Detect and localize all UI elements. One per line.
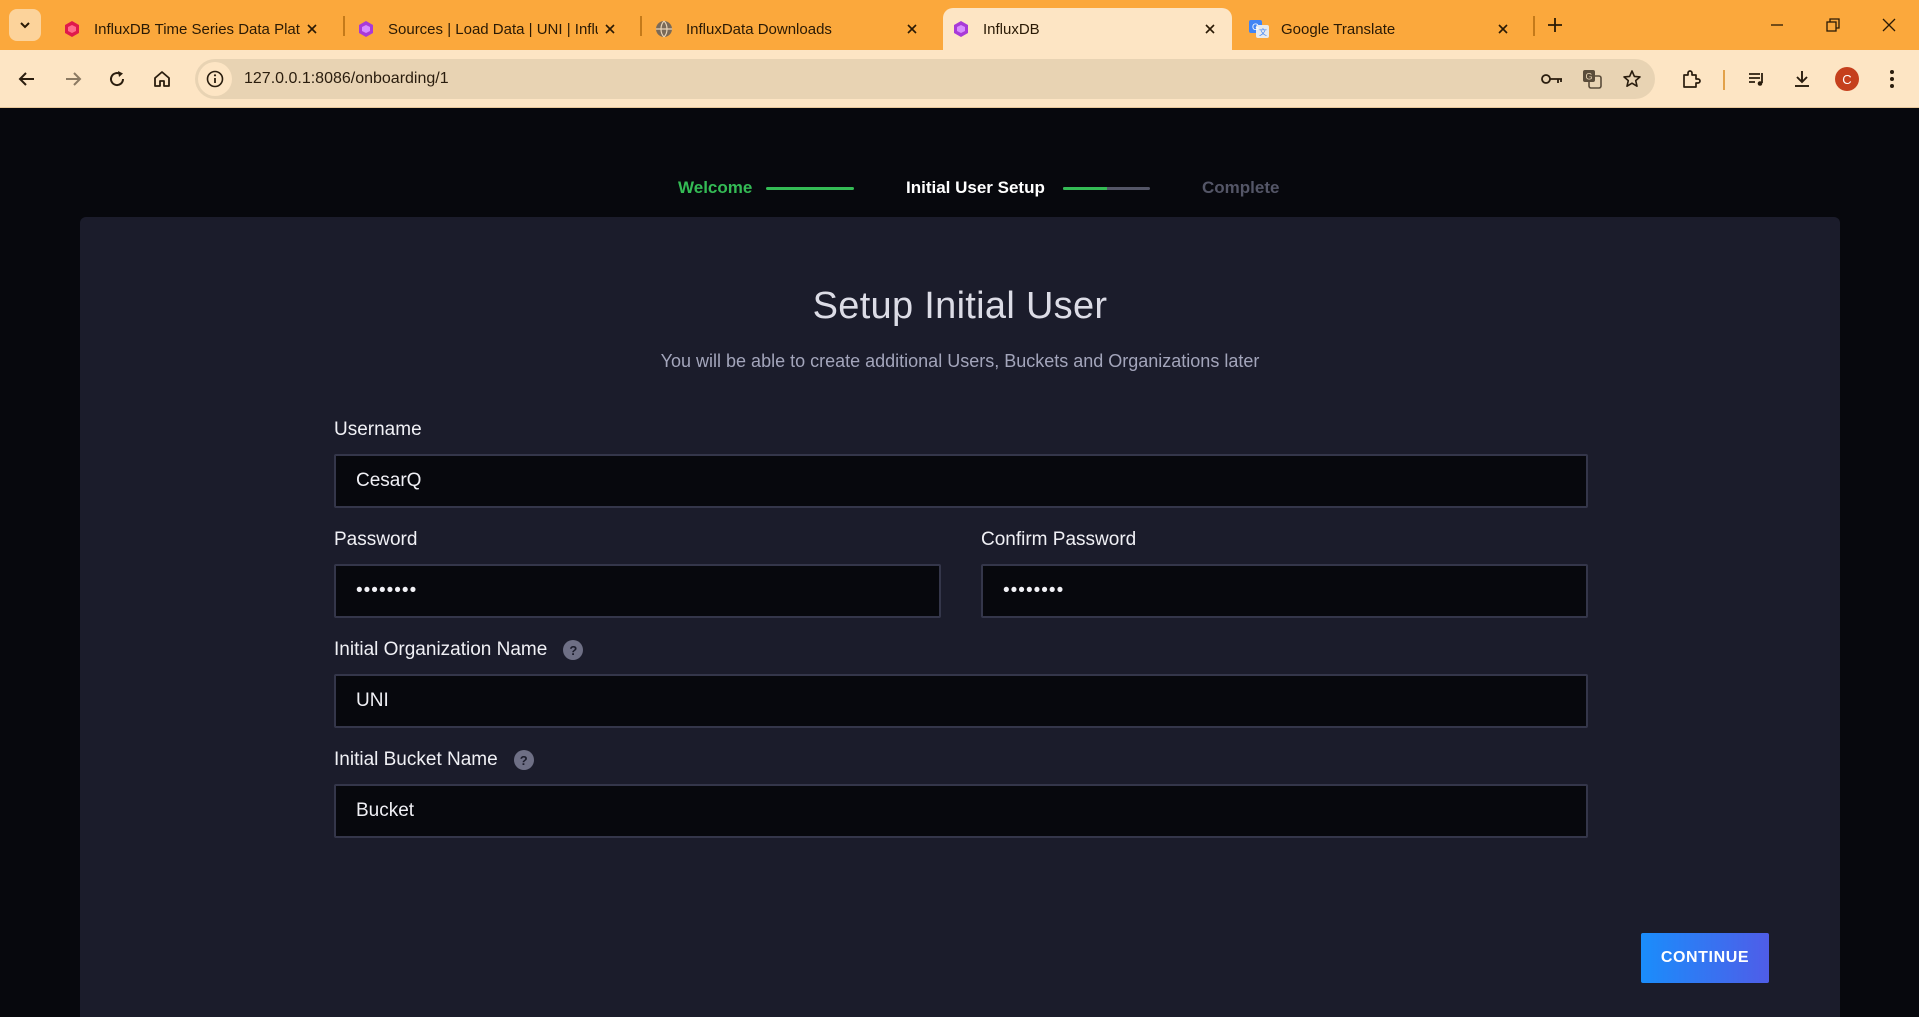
- info-icon: [206, 70, 224, 88]
- arrow-right-icon: [66, 72, 82, 86]
- avatar: C: [1835, 67, 1859, 91]
- help-icon[interactable]: ?: [563, 640, 584, 660]
- username-input[interactable]: [334, 454, 1588, 508]
- step-connector-done: [766, 187, 854, 190]
- address-bar[interactable]: 127.0.0.1:8086/onboarding/1 G: [195, 59, 1655, 99]
- browser-tab-1[interactable]: InfluxDB Time Series Data Platform: [58, 8, 332, 50]
- page-title: Setup Initial User: [812, 285, 1108, 327]
- step-connector-current: [1063, 187, 1150, 190]
- tab-separator: [640, 16, 642, 36]
- more-vertical-icon: [1890, 70, 1894, 88]
- tab-title: Sources | Load Data | UNI | InfluxDB: [388, 20, 598, 38]
- reload-icon: [110, 71, 125, 87]
- browser-tab-2[interactable]: Sources | Load Data | UNI | InfluxDB: [356, 8, 630, 50]
- svg-text:文: 文: [1259, 27, 1267, 37]
- plus-icon: [1548, 18, 1562, 32]
- help-icon[interactable]: ?: [513, 750, 534, 770]
- translate-page-button[interactable]: G: [1575, 62, 1609, 96]
- step-initial-user-setup[interactable]: Initial User Setup: [906, 178, 1045, 198]
- tab-title: Google Translate: [1281, 20, 1396, 38]
- step-welcome[interactable]: Welcome: [678, 178, 752, 198]
- close-window-button[interactable]: [1862, 0, 1916, 50]
- username-label-text: Username: [334, 419, 422, 440]
- minimize-icon: [1771, 24, 1783, 26]
- browser-tab-active[interactable]: InfluxDB: [943, 8, 1232, 50]
- close-tab-icon[interactable]: [1491, 17, 1515, 41]
- onboarding-stepper: Welcome Initial User Setup Complete: [0, 170, 1919, 206]
- tab-search-button[interactable]: [9, 9, 41, 41]
- tab-title: InfluxDB: [983, 20, 1040, 38]
- step-complete[interactable]: Complete: [1202, 178, 1279, 198]
- step-progress-fill: [1063, 187, 1107, 190]
- restore-icon: [1826, 18, 1840, 32]
- browser-menu-button[interactable]: [1874, 61, 1910, 97]
- extensions-button[interactable]: [1673, 61, 1709, 97]
- confirm-password-input[interactable]: [981, 564, 1588, 618]
- bucket-input[interactable]: [334, 784, 1588, 838]
- close-tab-icon[interactable]: [1198, 17, 1222, 41]
- organization-input[interactable]: [334, 674, 1588, 728]
- continue-button[interactable]: CONTINUE: [1641, 933, 1769, 983]
- svg-text:G: G: [1586, 72, 1593, 82]
- influxdb-purple-icon: [951, 19, 971, 39]
- password-key-button[interactable]: [1535, 62, 1569, 96]
- tab-separator: [343, 16, 345, 36]
- close-icon: [1882, 18, 1896, 32]
- tab-title: InfluxData Downloads: [686, 20, 832, 38]
- password-label-text: Password: [334, 529, 418, 550]
- key-icon: [1541, 74, 1562, 84]
- svg-text:G: G: [1252, 22, 1259, 32]
- google-translate-icon: G文: [1249, 19, 1269, 39]
- star-icon: [1623, 70, 1641, 88]
- minimize-button[interactable]: [1750, 0, 1804, 50]
- downloads-button[interactable]: [1784, 61, 1820, 97]
- close-tab-icon[interactable]: [900, 17, 924, 41]
- username-label: Username: [334, 419, 422, 441]
- puzzle-icon: [1683, 70, 1701, 88]
- browser-tab-bar: InfluxDB Time Series Data Platform Sourc…: [0, 0, 1919, 50]
- organization-label: Initial Organization Name ?: [334, 639, 584, 661]
- url-text[interactable]: 127.0.0.1:8086/onboarding/1: [244, 70, 1535, 88]
- media-controls-button[interactable]: [1739, 61, 1775, 97]
- back-button[interactable]: [9, 61, 45, 97]
- browser-tab-5[interactable]: G文 Google Translate: [1243, 8, 1523, 50]
- forward-button[interactable]: [55, 61, 91, 97]
- arrow-left-icon: [18, 72, 34, 86]
- close-tab-icon[interactable]: [598, 17, 622, 41]
- confirm-password-label: Confirm Password: [981, 529, 1136, 551]
- password-input[interactable]: [334, 564, 941, 618]
- profile-button[interactable]: C: [1829, 61, 1865, 97]
- organization-label-text: Initial Organization Name: [334, 639, 548, 660]
- chevron-down-icon: [20, 22, 30, 29]
- bucket-label: Initial Bucket Name ?: [334, 749, 534, 771]
- restore-button[interactable]: [1806, 0, 1860, 50]
- close-tab-icon[interactable]: [300, 17, 324, 41]
- browser-toolbar: 127.0.0.1:8086/onboarding/1 G C: [0, 50, 1919, 108]
- tab-title: InfluxDB Time Series Data Platform: [94, 20, 300, 38]
- onboarding-page: Welcome Initial User Setup Complete Setu…: [0, 108, 1919, 1017]
- site-info-button[interactable]: [198, 62, 232, 96]
- toolbar-divider: [1723, 70, 1725, 90]
- media-queue-icon: [1749, 73, 1763, 86]
- setup-panel: Setup Initial User You will be able to c…: [80, 217, 1840, 1017]
- browser-tab-3[interactable]: InfluxData Downloads: [654, 8, 932, 50]
- globe-icon: [654, 19, 674, 39]
- influxdb-red-icon: [62, 19, 82, 39]
- new-tab-button[interactable]: [1529, 0, 1581, 50]
- translate-icon: G: [1583, 70, 1602, 89]
- home-button[interactable]: [144, 61, 180, 97]
- bookmark-button[interactable]: [1615, 62, 1649, 96]
- password-label: Password: [334, 529, 417, 551]
- confirm-password-label-text: Confirm Password: [981, 529, 1137, 550]
- bucket-label-text: Initial Bucket Name: [334, 749, 498, 770]
- home-icon: [154, 71, 170, 87]
- page-subtitle: You will be able to create additional Us…: [660, 351, 1260, 371]
- reload-button[interactable]: [99, 61, 135, 97]
- download-icon: [1795, 71, 1809, 87]
- influxdb-purple-icon: [356, 19, 376, 39]
